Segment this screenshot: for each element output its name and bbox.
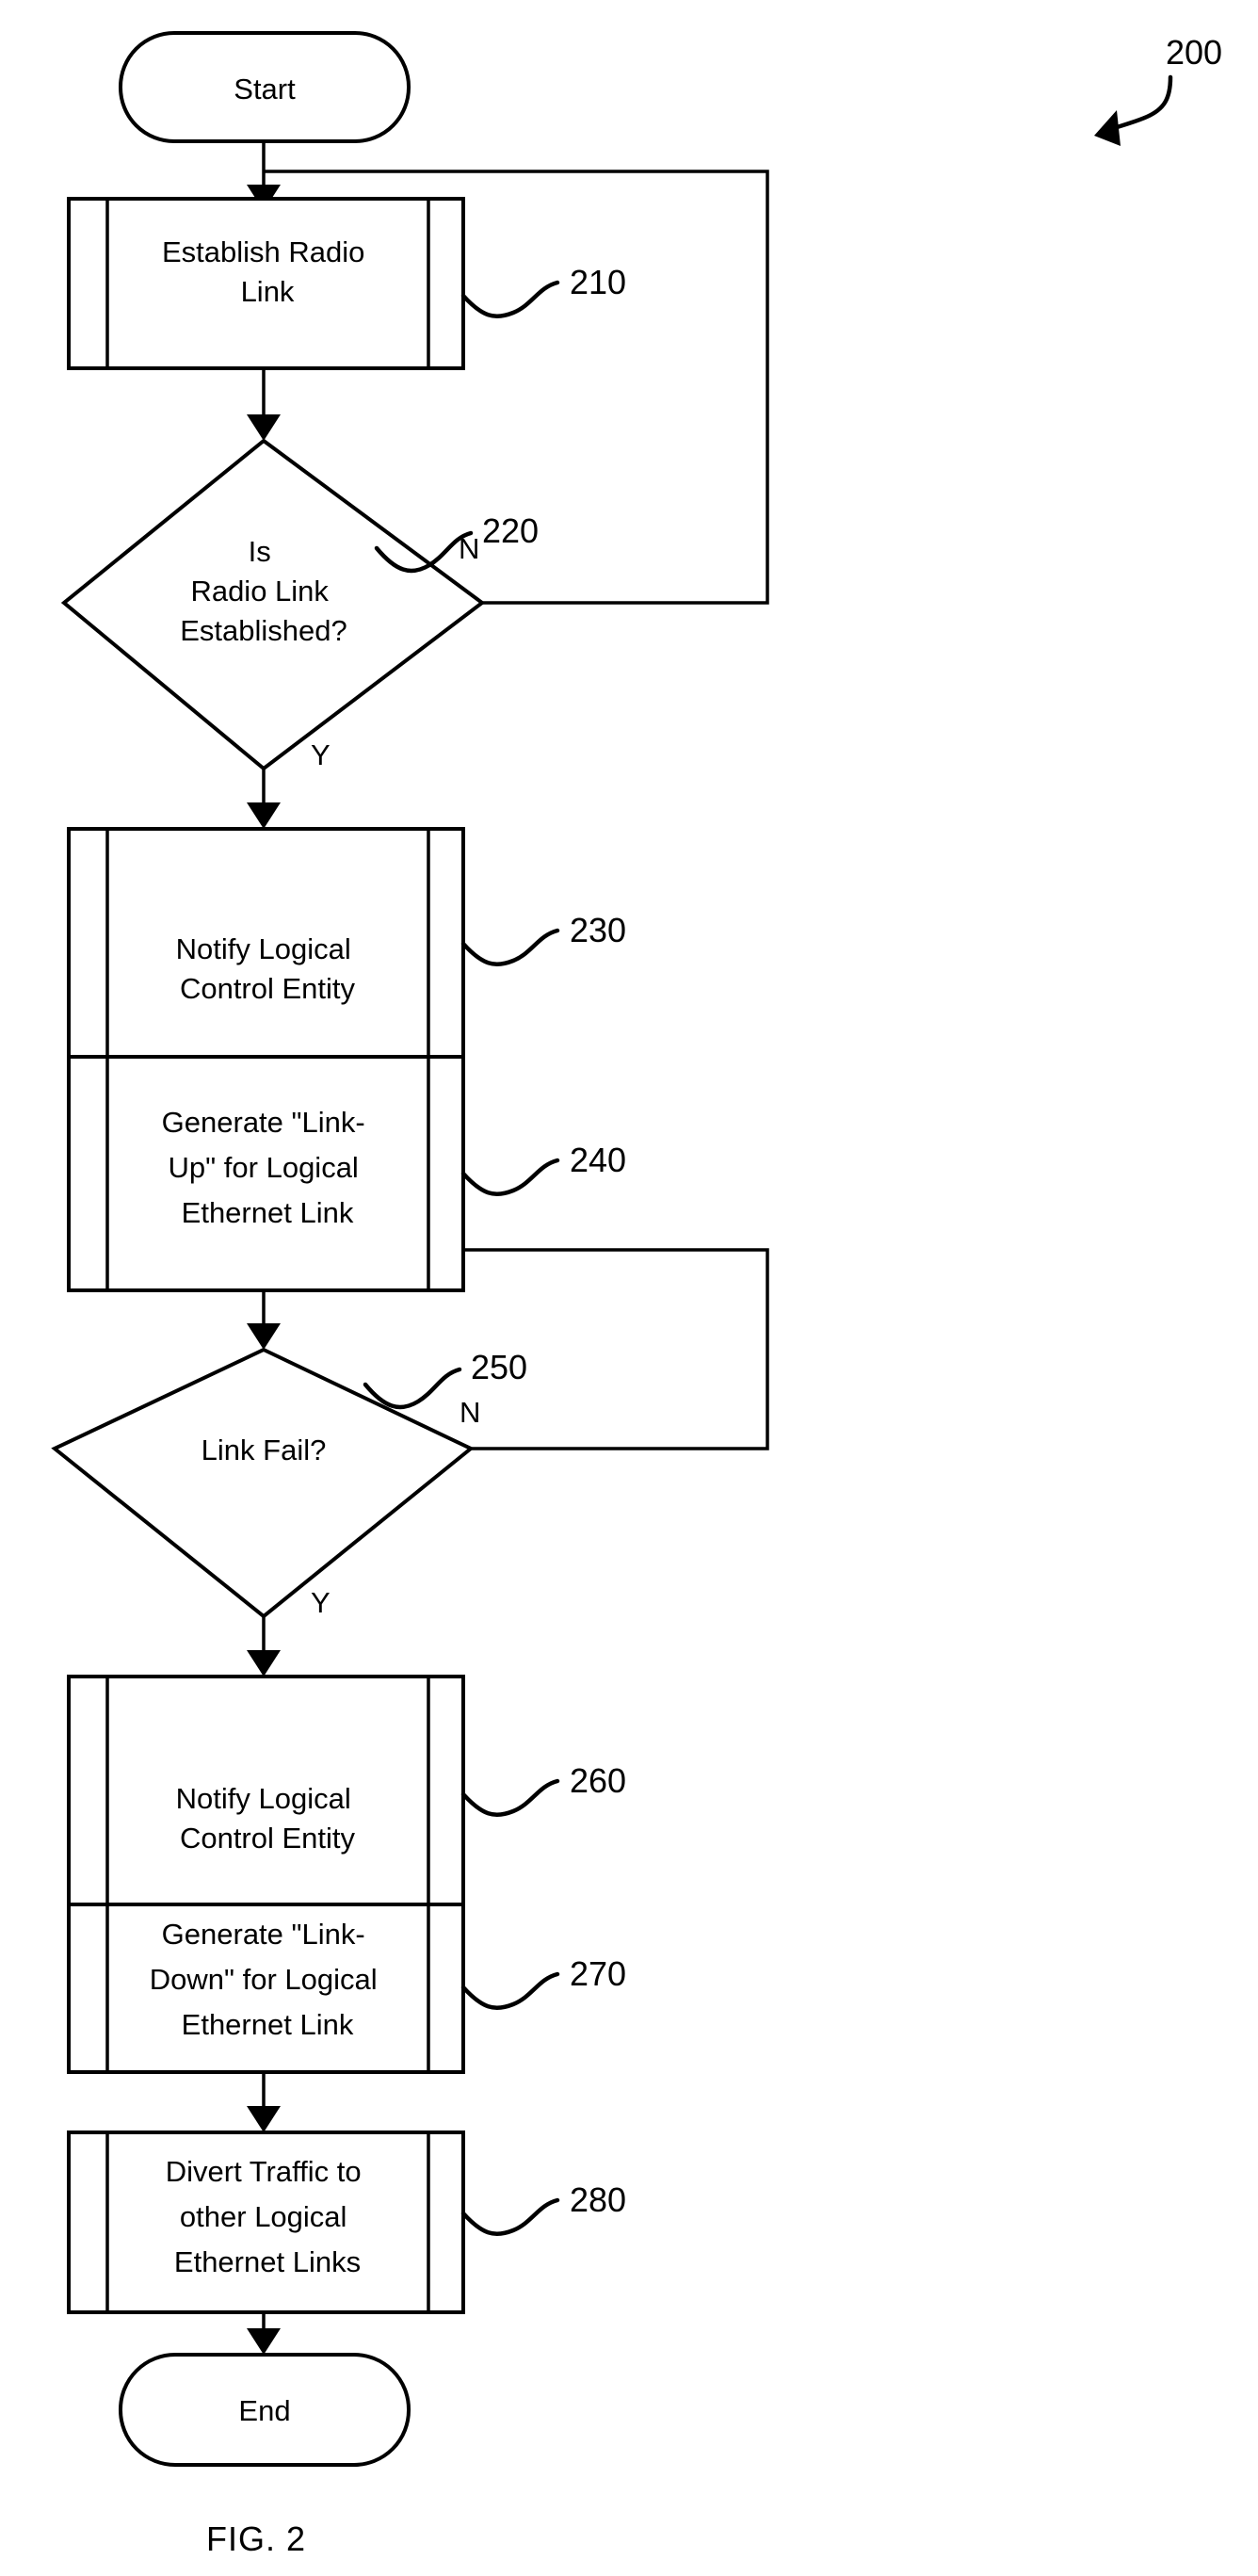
ref-lead-230: 230 <box>460 911 626 967</box>
connector-220-yes-to-230 <box>247 769 281 829</box>
ref-lead-250: 250 <box>363 1348 527 1410</box>
connector-240-to-250 <box>247 1290 281 1350</box>
figure-reference-200: 200 <box>1094 33 1222 146</box>
ref-number-230: 230 <box>570 911 626 949</box>
flowchart-canvas: Start Establish Radio Link 210 Is Radio … <box>51 31 1222 2558</box>
decision-220-no-label: N <box>459 532 479 565</box>
figure-caption: FIG. 2 <box>206 2519 306 2558</box>
node-decision-250[interactable]: Link Fail? <box>51 1347 475 1619</box>
ref-number-220: 220 <box>482 511 539 550</box>
step-240-text: Generate "Link- Up" for Logical Ethernet… <box>162 1106 374 1229</box>
ref-lead-240: 240 <box>460 1141 626 1197</box>
decision-220-yes-label: Y <box>311 738 331 771</box>
decision-250-text: Link Fail? <box>202 1434 327 1466</box>
ref-lead-210: 210 <box>460 263 626 319</box>
ref-lead-270: 270 <box>460 1954 626 2011</box>
connector-270-to-280 <box>247 2072 281 2132</box>
ref-number-240: 240 <box>570 1141 626 1179</box>
ref-number-280: 280 <box>570 2180 626 2219</box>
ref-number-260: 260 <box>570 1761 626 1800</box>
connector-210-to-220 <box>247 368 281 441</box>
node-step-210[interactable]: Establish Radio Link <box>67 197 465 370</box>
decision-250-no-label: N <box>460 1396 480 1429</box>
connector-250-yes-to-260 <box>247 1616 281 1677</box>
node-step-230[interactable]: Notify Logical Control Entity <box>67 827 465 1059</box>
decision-250-yes-label: Y <box>311 1586 331 1619</box>
node-decision-220[interactable]: Is Radio Link Established? <box>60 438 486 771</box>
node-start[interactable]: Start <box>119 31 411 143</box>
node-step-280[interactable]: Divert Traffic to other Logical Ethernet… <box>67 2130 465 2314</box>
patent-figure-2: Start Establish Radio Link 210 Is Radio … <box>0 0 1258 2576</box>
node-end[interactable]: End <box>119 2353 411 2467</box>
ref-lead-260: 260 <box>460 1761 626 1818</box>
start-label: Start <box>234 73 296 105</box>
decision-250-shape <box>51 1347 475 1619</box>
step-270-text: Generate "Link- Down" for Logical Ethern… <box>150 1918 386 2041</box>
ref-number-270: 270 <box>570 1954 626 1993</box>
connector-280-to-end <box>247 2312 281 2355</box>
end-label: End <box>238 2394 290 2427</box>
ref-number-210: 210 <box>570 263 626 301</box>
step-280-text: Divert Traffic to other Logical Ethernet… <box>166 2155 370 2278</box>
ref-lead-280: 280 <box>460 2180 626 2237</box>
figure-ref-number: 200 <box>1166 33 1222 72</box>
node-step-240[interactable]: Generate "Link- Up" for Logical Ethernet… <box>67 1055 465 1292</box>
node-step-270[interactable]: Generate "Link- Down" for Logical Ethern… <box>67 1903 465 2074</box>
ref-number-250: 250 <box>471 1348 527 1386</box>
node-step-260[interactable]: Notify Logical Control Entity <box>67 1675 465 1910</box>
